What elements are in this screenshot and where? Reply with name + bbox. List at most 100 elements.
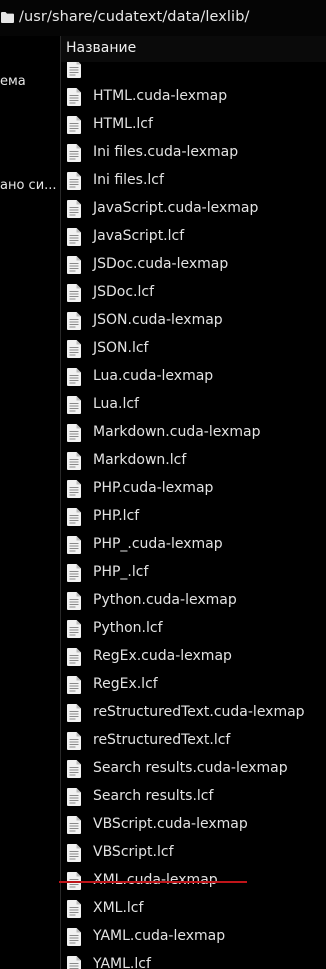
text-file-icon: [67, 340, 81, 358]
file-row[interactable]: PHP_.lcf: [61, 559, 326, 587]
file-name: Python.lcf: [93, 620, 163, 636]
file-row[interactable]: PHP_.cuda-lexmap: [61, 531, 326, 559]
file-name: JavaScript.cuda-lexmap: [93, 200, 259, 216]
file-row[interactable]: Ini files.lcf: [61, 167, 326, 195]
places-sidebar: ема ано си...: [0, 36, 60, 969]
text-file-icon: [67, 676, 81, 694]
file-list-rows: HTML.cuda-lexmap HTML.lcf Ini files.cuda…: [61, 55, 326, 969]
text-file-icon: [67, 312, 81, 330]
file-row[interactable]: YAML.lcf: [61, 951, 326, 969]
file-row[interactable]: Markdown.cuda-lexmap: [61, 419, 326, 447]
file-name: Lua.cuda-lexmap: [93, 368, 214, 384]
file-name: Lua.lcf: [93, 396, 139, 412]
text-file-icon: [67, 284, 81, 302]
file-row[interactable]: PHP.lcf: [61, 503, 326, 531]
text-file-icon: [67, 508, 81, 526]
file-name: JSDoc.lcf: [93, 284, 155, 300]
file-row[interactable]: PHP.cuda-lexmap: [61, 475, 326, 503]
file-manager-window: /usr/share/cudatext/data/lexlib/ ема ано…: [0, 0, 326, 969]
text-file-icon: [67, 368, 81, 386]
text-file-icon: [67, 928, 81, 946]
file-row[interactable]: Lua.cuda-lexmap: [61, 363, 326, 391]
file-row[interactable]: Python.lcf: [61, 615, 326, 643]
file-row[interactable]: Ini files.cuda-lexmap: [61, 139, 326, 167]
file-name: RegEx.lcf: [93, 676, 158, 692]
file-name: PHP_.lcf: [93, 564, 149, 580]
file-name: YAML.cuda-lexmap: [93, 928, 226, 944]
text-file-icon: [67, 480, 81, 498]
file-name: JavaScript.lcf: [93, 228, 185, 244]
file-row[interactable]: JSON.cuda-lexmap: [61, 307, 326, 335]
text-file-icon: [67, 564, 81, 582]
file-list-view: HTML.cuda-lexmap HTML.lcf Ini files.cuda…: [60, 36, 326, 969]
file-name: VBScript.cuda-lexmap: [93, 816, 248, 832]
file-name: RegEx.cuda-lexmap: [93, 648, 232, 664]
file-name: XML.cuda-lexmap: [93, 872, 218, 888]
red-underline-annotation: [59, 881, 247, 883]
file-row[interactable]: JSDoc.lcf: [61, 279, 326, 307]
file-row[interactable]: JavaScript.cuda-lexmap: [61, 195, 326, 223]
text-file-icon: [67, 844, 81, 862]
file-name: Search results.cuda-lexmap: [93, 760, 288, 776]
file-row[interactable]: RegEx.lcf: [61, 671, 326, 699]
text-file-icon: [67, 172, 81, 190]
file-row[interactable]: reStructuredText.lcf: [61, 727, 326, 755]
file-name: Ini files.cuda-lexmap: [93, 144, 239, 160]
sidebar-item-label[interactable]: ано си...: [0, 178, 57, 193]
file-row[interactable]: XML.lcf: [61, 895, 326, 923]
file-row[interactable]: Python.cuda-lexmap: [61, 587, 326, 615]
file-row[interactable]: JavaScript.lcf: [61, 223, 326, 251]
file-row[interactable]: reStructuredText.cuda-lexmap: [61, 699, 326, 727]
text-file-icon: [67, 452, 81, 470]
text-file-icon: [67, 200, 81, 218]
location-path[interactable]: /usr/share/cudatext/data/lexlib/: [19, 9, 249, 25]
file-row[interactable]: Search results.lcf: [61, 783, 326, 811]
text-file-icon: [67, 424, 81, 442]
file-row[interactable]: HTML.cuda-lexmap: [61, 83, 326, 111]
file-name: JSON.cuda-lexmap: [93, 312, 223, 328]
text-file-icon: [67, 956, 81, 969]
text-file-icon: [67, 704, 81, 722]
folder-icon: [1, 12, 14, 23]
location-bar[interactable]: /usr/share/cudatext/data/lexlib/: [0, 0, 326, 36]
file-name: reStructuredText.cuda-lexmap: [93, 704, 305, 720]
text-file-icon: [67, 396, 81, 414]
file-name: JSDoc.cuda-lexmap: [93, 256, 229, 272]
text-file-icon: [67, 788, 81, 806]
file-row[interactable]: RegEx.cuda-lexmap: [61, 643, 326, 671]
file-name: YAML.lcf: [93, 956, 151, 969]
file-name: VBScript.lcf: [93, 844, 174, 860]
text-file-icon: [67, 228, 81, 246]
file-row[interactable]: YAML.cuda-lexmap: [61, 923, 326, 951]
file-row[interactable]: JSDoc.cuda-lexmap: [61, 251, 326, 279]
file-row[interactable]: VBScript.lcf: [61, 839, 326, 867]
file-name: PHP_.cuda-lexmap: [93, 536, 223, 552]
text-file-icon: [67, 88, 81, 106]
file-name: Python.cuda-lexmap: [93, 592, 237, 608]
text-file-icon: [67, 620, 81, 638]
file-name: reStructuredText.lcf: [93, 732, 231, 748]
column-header-name[interactable]: Название: [61, 36, 326, 62]
file-name: HTML.cuda-lexmap: [93, 88, 228, 104]
text-file-icon: [67, 144, 81, 162]
file-name: XML.lcf: [93, 900, 144, 916]
text-file-icon: [67, 60, 81, 78]
text-file-icon: [67, 816, 81, 834]
sidebar-item-label[interactable]: ема: [0, 74, 26, 89]
file-name: Markdown.lcf: [93, 452, 187, 468]
file-row[interactable]: JSON.lcf: [61, 335, 326, 363]
file-name: Ini files.lcf: [93, 172, 164, 188]
file-row[interactable]: Lua.lcf: [61, 391, 326, 419]
file-row[interactable]: VBScript.cuda-lexmap: [61, 811, 326, 839]
text-file-icon: [67, 256, 81, 274]
text-file-icon: [67, 536, 81, 554]
file-name: Markdown.cuda-lexmap: [93, 424, 261, 440]
text-file-icon: [67, 648, 81, 666]
file-row[interactable]: HTML.lcf: [61, 111, 326, 139]
file-name: PHP.cuda-lexmap: [93, 480, 214, 496]
text-file-icon: [67, 732, 81, 750]
file-name: HTML.lcf: [93, 116, 153, 132]
file-name: JSON.lcf: [93, 340, 149, 356]
file-row[interactable]: Search results.cuda-lexmap: [61, 755, 326, 783]
file-row[interactable]: Markdown.lcf: [61, 447, 326, 475]
